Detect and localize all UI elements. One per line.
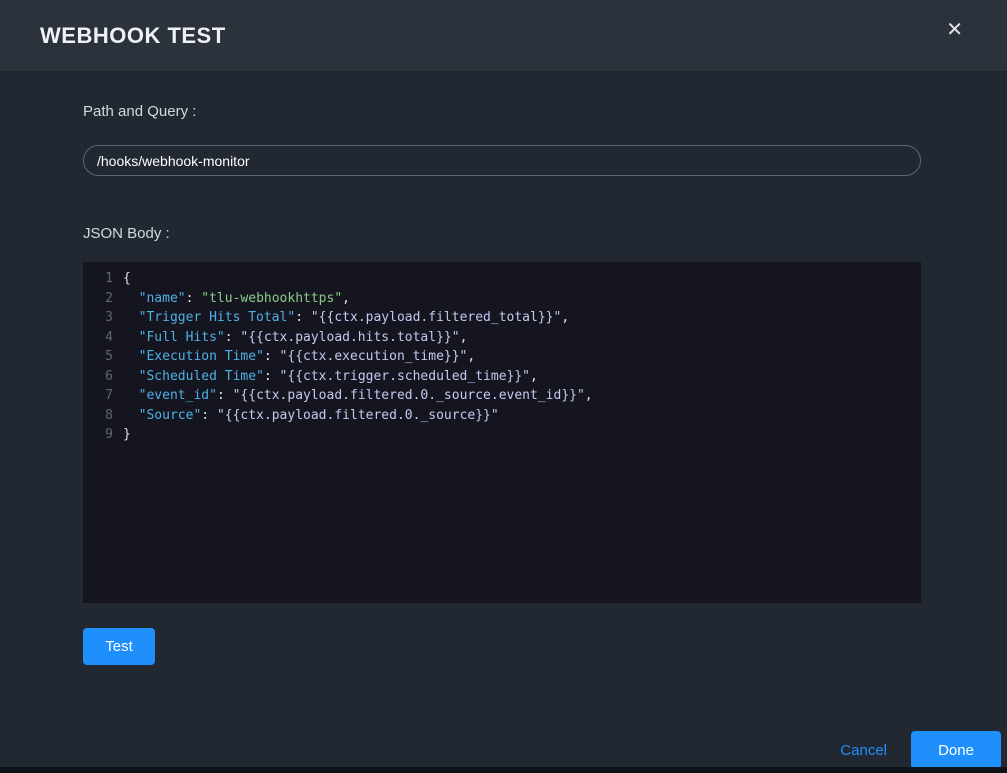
code-line: 5 "Execution Time": "{{ctx.execution_tim… xyxy=(83,347,921,367)
path-query-label: Path and Query : xyxy=(83,72,921,121)
line-number: 7 xyxy=(83,386,123,406)
code-line: 7 "event_id": "{{ctx.payload.filtered.0.… xyxy=(83,386,921,406)
code-line-content: "Scheduled Time": "{{ctx.trigger.schedul… xyxy=(123,367,921,387)
code-line-content: "event_id": "{{ctx.payload.filtered.0._s… xyxy=(123,386,921,406)
line-number: 8 xyxy=(83,406,123,426)
line-number: 2 xyxy=(83,289,123,309)
code-line-content: "Execution Time": "{{ctx.execution_time}… xyxy=(123,347,921,367)
code-line: 4 "Full Hits": "{{ctx.payload.hits.total… xyxy=(83,328,921,348)
code-line-content: "Full Hits": "{{ctx.payload.hits.total}}… xyxy=(123,328,921,348)
dialog-header: WEBHOOK TEST xyxy=(0,0,1007,72)
code-line: 9} xyxy=(83,425,921,445)
code-line-content: } xyxy=(123,425,921,445)
code-line-content: "name": "tlu-webhookhttps", xyxy=(123,289,921,309)
line-number: 6 xyxy=(83,367,123,387)
line-number: 5 xyxy=(83,347,123,367)
line-number: 9 xyxy=(83,425,123,445)
code-line-content: "Trigger Hits Total": "{{ctx.payload.fil… xyxy=(123,308,921,328)
json-body-editor[interactable]: 1{2 "name": "tlu-webhookhttps",3 "Trigge… xyxy=(83,262,921,603)
code-line: 1{ xyxy=(83,269,921,289)
line-number: 4 xyxy=(83,328,123,348)
path-query-input[interactable] xyxy=(83,145,921,176)
dialog-title: WEBHOOK TEST xyxy=(40,23,226,49)
code-line-content: "Source": "{{ctx.payload.filtered.0._sou… xyxy=(123,406,921,426)
code-line: 3 "Trigger Hits Total": "{{ctx.payload.f… xyxy=(83,308,921,328)
done-button[interactable]: Done xyxy=(911,731,1001,769)
code-line: 2 "name": "tlu-webhookhttps", xyxy=(83,289,921,309)
close-icon[interactable]: ✕ xyxy=(946,20,963,40)
dialog-body: Path and Query : JSON Body : 1{2 "name":… xyxy=(83,72,921,665)
dialog-footer: Cancel Done xyxy=(0,731,1007,769)
page-edge xyxy=(0,767,1007,773)
line-number: 3 xyxy=(83,308,123,328)
webhook-test-dialog: WEBHOOK TEST ✕ Path and Query : JSON Bod… xyxy=(0,0,1007,773)
code-line: 6 "Scheduled Time": "{{ctx.trigger.sched… xyxy=(83,367,921,387)
code-line-content: { xyxy=(123,269,921,289)
code-line: 8 "Source": "{{ctx.payload.filtered.0._s… xyxy=(83,406,921,426)
json-body-label: JSON Body : xyxy=(83,225,921,243)
cancel-button[interactable]: Cancel xyxy=(840,742,887,759)
json-editor-lines: 1{2 "name": "tlu-webhookhttps",3 "Trigge… xyxy=(83,269,921,445)
line-number: 1 xyxy=(83,269,123,289)
test-button[interactable]: Test xyxy=(83,628,155,665)
